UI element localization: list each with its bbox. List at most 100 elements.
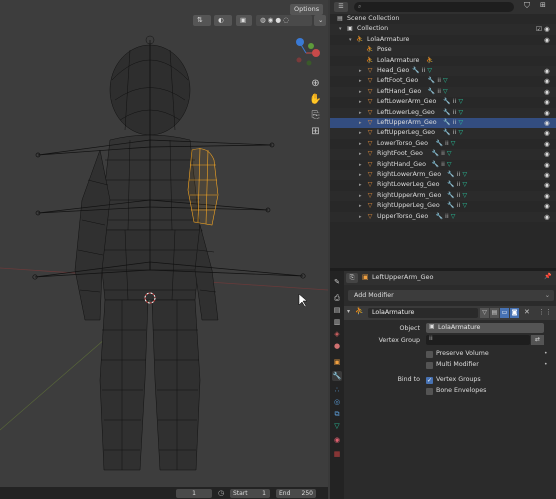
render-toggle[interactable]: ◙ xyxy=(510,308,519,318)
visibility-eye-icon[interactable]: ◉ xyxy=(544,201,550,211)
outliner-row[interactable]: ⛹ LolaArmature ⛹ xyxy=(330,56,556,66)
expand-chevron-icon[interactable]: ▾ xyxy=(339,24,342,34)
expand-chevron-icon[interactable]: ▾ xyxy=(347,308,350,315)
options-dropdown[interactable]: Options xyxy=(290,4,324,15)
constraints-tab-icon[interactable]: ⧉ xyxy=(332,409,342,419)
outliner-row[interactable]: ▸ ▽ LeftHand_Geo 🔧 ⁞⁞ ▽ ◉ xyxy=(330,86,556,98)
outliner-row[interactable]: ▸ ▽ RightLowerLeg_Geo 🔧 ⁞⁞ ▽ ◉ xyxy=(330,180,556,190)
close-icon[interactable]: ✕ xyxy=(524,308,530,316)
physics-tab-icon[interactable]: ◎ xyxy=(332,397,342,407)
zoom-icon[interactable]: ⊕ xyxy=(309,77,322,90)
view-layer-tab-icon[interactable]: ▥ xyxy=(332,317,342,327)
bone-envelopes-checkbox[interactable] xyxy=(426,388,433,395)
outliner-search-input[interactable]: ⌕ xyxy=(354,2,514,12)
3d-viewport[interactable]: Options ⇅ ◐ ▣ ◍◉●◌ ⌄ ⊕ ✋ ⎘ ⊞ xyxy=(0,0,328,487)
shading-mode-buttons[interactable]: ◍◉●◌ xyxy=(256,15,312,26)
visibility-eye-icon[interactable]: ◉ xyxy=(544,35,550,45)
outliner-row[interactable]: ▸ ▽ LowerTorso_Geo 🔧 ⁞⁞ ▽ ◉ xyxy=(330,139,556,149)
scene-tab-icon[interactable]: ◈ xyxy=(332,329,342,339)
visibility-eye-icon[interactable]: ◉ xyxy=(544,191,550,201)
outliner-row[interactable]: ▾ ▣ Collection ☑ ◉ xyxy=(330,24,556,35)
outliner-row[interactable]: ▸ ▽ LeftUpperLeg_Geo 🔧 ⁞⁞ ▽ ◉ xyxy=(330,128,556,139)
vertex-groups-checkbox[interactable]: ✓ xyxy=(426,377,433,384)
modifier-name-field[interactable]: LolaArmature xyxy=(368,308,478,318)
keyframe-dot-icon[interactable]: • xyxy=(544,350,548,357)
end-frame-field[interactable]: End 250 xyxy=(276,489,316,498)
keyframe-dot-icon[interactable]: • xyxy=(544,361,548,368)
xray-toggle[interactable]: ▣ xyxy=(236,15,252,26)
visibility-eye-icon[interactable]: ◉ xyxy=(544,180,550,190)
visibility-eye-icon[interactable]: ◉ xyxy=(544,24,550,34)
particles-tab-icon[interactable]: ∴ xyxy=(332,385,342,395)
visibility-eye-icon[interactable]: ◉ xyxy=(544,160,550,170)
expand-chevron-icon[interactable]: ▸ xyxy=(359,170,362,180)
visibility-eye-icon[interactable]: ◉ xyxy=(544,97,550,107)
outliner-row[interactable]: ▾ ⛹ LolaArmature ◉ xyxy=(330,35,556,45)
preserve-volume-checkbox[interactable] xyxy=(426,351,433,358)
expand-chevron-icon[interactable]: ▸ xyxy=(359,160,362,170)
editmode-toggle[interactable]: ▤ xyxy=(490,308,499,318)
visibility-eye-icon[interactable]: ◉ xyxy=(544,66,550,76)
start-frame-field[interactable]: Start 1 xyxy=(230,489,270,498)
expand-chevron-icon[interactable]: ▸ xyxy=(359,191,362,201)
outliner-row[interactable]: ▤ Scene Collection xyxy=(330,14,556,24)
expand-chevron-icon[interactable]: ▸ xyxy=(359,212,362,222)
expand-chevron-icon[interactable]: ▾ xyxy=(349,35,352,45)
expand-chevron-icon[interactable]: ▸ xyxy=(359,76,362,86)
visibility-eye-icon[interactable]: ◉ xyxy=(544,212,550,222)
output-tab-icon[interactable]: ▤ xyxy=(332,305,342,315)
exclude-checkbox[interactable]: ☑ xyxy=(536,24,542,34)
object-gizmo-toggle[interactable]: ⇅ xyxy=(193,15,211,26)
outliner-row[interactable]: ▸ ▽ RightFoot_Geo 🔧 ⁞⁞ ▽ ◉ xyxy=(330,149,556,160)
multi-modifier-checkbox[interactable] xyxy=(426,362,433,369)
outliner-row[interactable]: ▸ ▽ LeftFoot_Geo 🔧 ⁞⁞ ▽ ◉ xyxy=(330,76,556,86)
add-modifier-dropdown[interactable]: Add Modifier ⌄ xyxy=(348,290,554,301)
world-tab-icon[interactable]: ● xyxy=(332,341,342,351)
data-tab-icon[interactable]: ▽ xyxy=(332,421,342,431)
tool-tab-icon[interactable]: ✎ xyxy=(332,277,342,287)
pin-icon[interactable]: 📌 xyxy=(544,273,551,280)
viewport-overlays-toggle[interactable]: ◐ xyxy=(214,15,232,26)
render-tab-icon[interactable]: ⎙ xyxy=(332,293,342,303)
expand-chevron-icon[interactable]: ▸ xyxy=(359,139,362,149)
camera-icon[interactable]: ⎘ xyxy=(309,109,322,122)
texture-tab-icon[interactable]: ▦ xyxy=(332,449,342,459)
outliner-row[interactable]: ▸ ▽ LeftUpperArm_Geo 🔧 ⁞⁞ ▽ ◉ xyxy=(330,118,556,129)
new-collection-icon[interactable]: ⊞ xyxy=(540,1,546,9)
pan-hand-icon[interactable]: ✋ xyxy=(309,93,322,106)
expand-chevron-icon[interactable]: ▸ xyxy=(359,66,362,76)
expand-chevron-icon[interactable]: ▸ xyxy=(359,87,362,97)
invert-toggle[interactable]: ⇄ xyxy=(531,335,544,345)
outliner-row[interactable]: ▸ ▽ RightHand_Geo 🔧 ⁞⁞ ▽ ◉ xyxy=(330,160,556,170)
visibility-eye-icon[interactable]: ◉ xyxy=(544,128,550,138)
visibility-eye-icon[interactable]: ◉ xyxy=(544,108,550,118)
material-tab-icon[interactable]: ◉ xyxy=(332,435,342,445)
expand-chevron-icon[interactable]: ▸ xyxy=(359,149,362,159)
visibility-eye-icon[interactable]: ◉ xyxy=(544,118,550,128)
visibility-eye-icon[interactable]: ◉ xyxy=(544,87,550,97)
drag-handle-icon[interactable]: ⋮⋮ xyxy=(538,308,552,316)
filter-icon[interactable]: ⛉ xyxy=(524,1,530,11)
expand-chevron-icon[interactable]: ▸ xyxy=(359,97,362,107)
outliner-row[interactable]: ▸ ▽ LeftLowerArm_Geo 🔧 ⁞⁞ ▽ ◉ xyxy=(330,97,556,107)
modifiers-tab-icon[interactable]: 🔧 xyxy=(332,371,342,381)
outliner-row[interactable]: ▸ ▽ Head_Geo 🔧 ⁞⁞ ▽ ◉ xyxy=(330,66,556,77)
outliner-editor-type-icon[interactable]: ☰ xyxy=(334,2,348,12)
visibility-eye-icon[interactable]: ◉ xyxy=(544,170,550,180)
outliner-row[interactable]: ▸ ▽ RightLowerArm_Geo 🔧 ⁞⁞ ▽ ◉ xyxy=(330,170,556,181)
current-frame-field[interactable]: 1 xyxy=(176,489,212,498)
shading-options[interactable]: ⌄ xyxy=(314,15,326,26)
outliner-row[interactable]: ▸ ▽ RightUpperLeg_Geo 🔧 ⁞⁞ ▽ ◉ xyxy=(330,201,556,211)
viewport-display-toggle[interactable]: ▭ xyxy=(500,308,509,318)
properties-editor-type-icon[interactable]: ⎘ xyxy=(346,273,358,283)
edit-cage-toggle[interactable]: ▽ xyxy=(480,308,489,318)
visibility-eye-icon[interactable]: ◉ xyxy=(544,139,550,149)
perspective-grid-icon[interactable]: ⊞ xyxy=(309,125,322,138)
expand-chevron-icon[interactable]: ▸ xyxy=(359,201,362,211)
expand-chevron-icon[interactable]: ▸ xyxy=(359,180,362,190)
outliner-row[interactable]: ▸ ▽ LeftLowerLeg_Geo 🔧 ⁞⁞ ▽ ◉ xyxy=(330,107,556,118)
object-field[interactable]: LolaArmature xyxy=(426,323,544,333)
outliner-row[interactable]: ▸ ▽ RightUpperArm_Geo 🔧 ⁞⁞ ▽ ◉ xyxy=(330,190,556,202)
outliner-row[interactable]: ▸ ▽ UpperTorso_Geo 🔧 ⁞⁞ ▽ ◉ xyxy=(330,211,556,222)
object-tab-icon[interactable]: ▣ xyxy=(332,357,342,367)
